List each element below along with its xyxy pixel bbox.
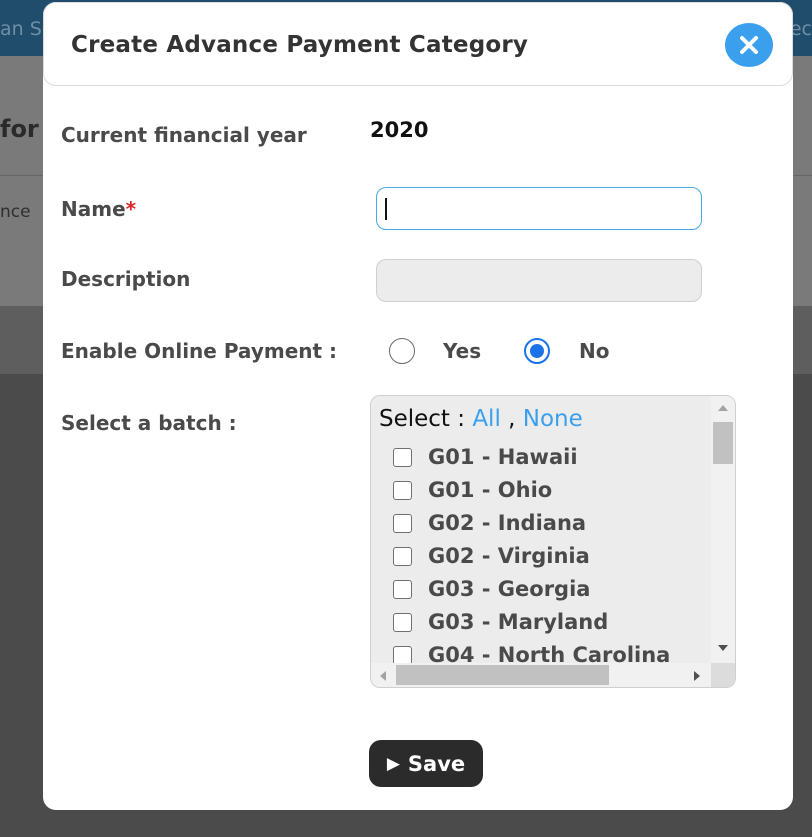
- required-mark: *: [125, 197, 137, 221]
- advance-payment-category-modal: Create Advance Payment Category Current …: [43, 2, 793, 810]
- online-payment-yes-radio[interactable]: [389, 338, 415, 364]
- scroll-left-arrow-icon[interactable]: [380, 671, 386, 681]
- batch-item-label: G01 - Ohio: [428, 478, 553, 502]
- text-caret: [385, 198, 387, 220]
- batch-item-label: G02 - Indiana: [428, 511, 587, 535]
- play-icon: ▶: [386, 753, 400, 774]
- online-payment-yes-label: Yes: [443, 339, 482, 363]
- batch-item-label: G03 - Georgia: [428, 577, 591, 601]
- batch-checkbox[interactable]: [393, 480, 412, 500]
- description-input[interactable]: [376, 259, 702, 302]
- horizontal-scroll-thumb[interactable]: [396, 665, 609, 685]
- batch-checkbox[interactable]: [393, 546, 412, 566]
- online-payment-label: Enable Online Payment :: [61, 339, 338, 363]
- batch-checkbox[interactable]: [393, 447, 412, 467]
- batch-select-controls: Select : All , None: [379, 406, 583, 432]
- batch-item-label: G03 - Maryland: [428, 610, 609, 634]
- batch-label: Select a batch :: [61, 411, 237, 435]
- financial-year-value: 2020: [370, 118, 429, 142]
- batch-item[interactable]: G03 - Georgia: [393, 576, 590, 602]
- batch-item[interactable]: G01 - Hawaii: [393, 444, 578, 470]
- description-label: Description: [61, 267, 191, 291]
- save-button[interactable]: ▶ Save: [369, 740, 483, 787]
- batch-item-label: G02 - Virginia: [428, 544, 590, 568]
- scroll-right-arrow-icon[interactable]: [694, 671, 700, 681]
- modal-title: Create Advance Payment Category: [71, 32, 529, 58]
- batch-checkbox[interactable]: [393, 513, 412, 533]
- name-input[interactable]: [376, 187, 702, 230]
- name-label-text: Name: [61, 197, 126, 221]
- vertical-scrollbar[interactable]: [711, 396, 735, 663]
- close-button[interactable]: [725, 23, 773, 67]
- select-separator: ,: [508, 406, 516, 432]
- online-payment-no-radio[interactable]: [524, 338, 550, 364]
- vertical-scroll-thumb[interactable]: [713, 422, 733, 464]
- batch-checkbox[interactable]: [393, 579, 412, 599]
- close-icon: [740, 36, 758, 54]
- select-none-link[interactable]: None: [523, 406, 583, 432]
- batch-select-prefix: Select :: [379, 406, 466, 432]
- name-label: Name*: [61, 197, 136, 221]
- scroll-down-arrow-icon[interactable]: [718, 645, 728, 651]
- background-heading: for: [0, 115, 39, 143]
- background-topbar-right-text: ec: [789, 18, 812, 40]
- save-button-label: Save: [407, 751, 466, 776]
- background-subtext: nce: [0, 202, 31, 222]
- scrollbar-corner: [711, 663, 735, 687]
- batch-item[interactable]: G03 - Maryland: [393, 609, 608, 635]
- financial-year-label: Current financial year: [61, 123, 307, 147]
- batch-item-label: G01 - Hawaii: [428, 445, 578, 469]
- modal-header: Create Advance Payment Category: [43, 2, 793, 86]
- batch-item[interactable]: G01 - Ohio: [393, 477, 552, 503]
- batch-checkbox[interactable]: [393, 612, 412, 632]
- online-payment-no-label: No: [579, 339, 610, 363]
- batch-item[interactable]: G02 - Virginia: [393, 543, 590, 569]
- horizontal-scrollbar[interactable]: [371, 663, 711, 687]
- select-all-link[interactable]: All: [472, 406, 501, 432]
- batch-item[interactable]: G02 - Indiana: [393, 510, 586, 536]
- batch-checkbox[interactable]: [393, 645, 412, 665]
- batch-list-box[interactable]: Select : All , None G01 - Hawaii G01 - O…: [370, 395, 736, 688]
- scroll-up-arrow-icon[interactable]: [718, 405, 728, 411]
